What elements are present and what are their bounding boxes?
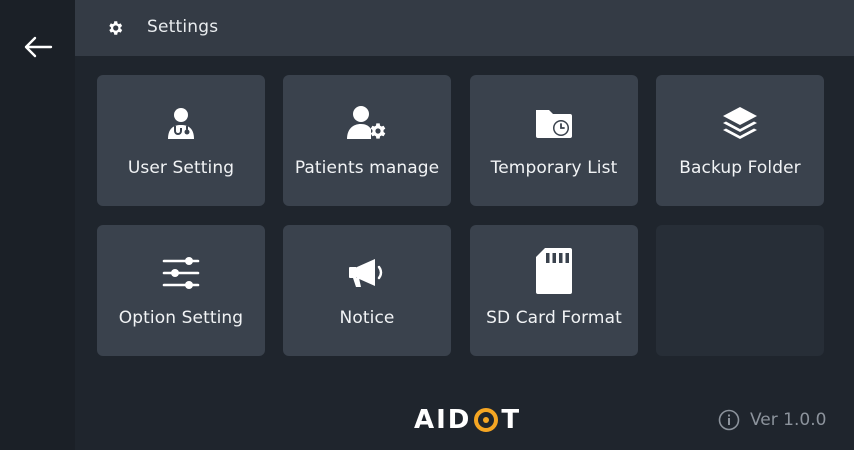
tile-label: Backup Folder <box>679 158 801 178</box>
brand-logo-prefix: AID <box>414 405 472 435</box>
left-rail <box>0 0 75 450</box>
sd-card-icon <box>536 248 572 294</box>
tile-sd-card-format[interactable]: SD Card Format <box>470 225 638 356</box>
back-button[interactable] <box>18 28 58 66</box>
header-bar: Settings <box>75 0 854 56</box>
tile-backup-folder[interactable]: Backup Folder <box>656 75 824 206</box>
tile-option-setting[interactable]: Option Setting <box>97 225 265 356</box>
brand-ring-icon <box>474 408 499 432</box>
version-info: Ver 1.0.0 <box>718 407 826 433</box>
tile-label: Notice <box>339 308 395 328</box>
tile-label: Temporary List <box>490 158 618 178</box>
settings-grid: User Setting Patients manage Temporary L… <box>75 56 854 450</box>
layers-icon <box>723 107 757 139</box>
doctor-user-icon <box>168 108 194 139</box>
page-title: Settings <box>147 17 219 37</box>
version-text: Ver 1.0.0 <box>750 410 827 430</box>
tile-label: User Setting <box>127 158 235 178</box>
tile-label: SD Card Format <box>486 308 622 328</box>
brand-logo-suffix: T <box>501 405 522 435</box>
tile-label: Patients manage <box>294 158 440 178</box>
tile-label: Option Setting <box>118 308 244 328</box>
patient-gear-icon <box>347 106 386 139</box>
sliders-icon <box>162 257 200 289</box>
arrow-left-icon <box>24 36 53 58</box>
brand-logo: AID T <box>414 404 521 436</box>
tile-patients-manage[interactable]: Patients manage <box>283 75 451 206</box>
tile-temporary-list[interactable]: Temporary List <box>470 75 638 206</box>
folder-clock-icon <box>536 110 572 138</box>
tile-user-setting[interactable]: User Setting <box>97 75 265 206</box>
megaphone-icon <box>349 259 383 287</box>
gear-icon <box>109 21 123 35</box>
tile-empty-slot <box>656 225 824 356</box>
info-icon[interactable] <box>718 409 740 431</box>
tile-notice[interactable]: Notice <box>283 225 451 356</box>
